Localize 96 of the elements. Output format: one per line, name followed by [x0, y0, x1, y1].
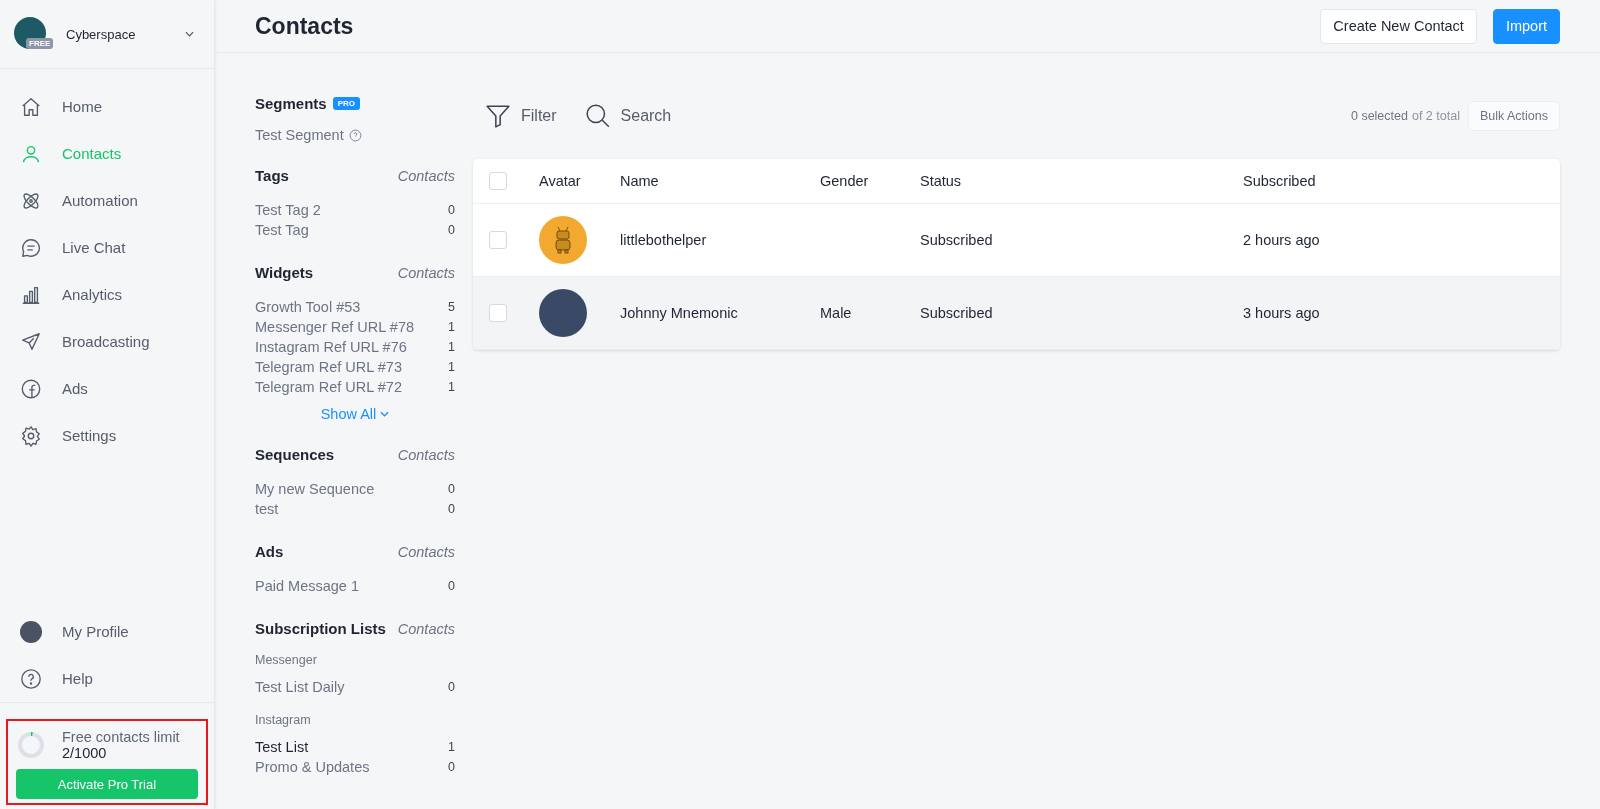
filter-icon: [485, 103, 511, 129]
nav-item[interactable]: Automation: [0, 177, 214, 224]
list-item[interactable]: Growth Tool #53: [255, 297, 361, 317]
column-label: Contacts: [397, 446, 455, 463]
chevron-down-icon: [380, 411, 390, 417]
show-all-link[interactable]: Show All: [255, 406, 455, 422]
count: 5: [448, 299, 455, 316]
pro-badge: PRO: [332, 97, 361, 110]
bulk-actions-button[interactable]: Bulk Actions: [1467, 101, 1560, 131]
table-cell-text: Male: [820, 305, 853, 321]
count: 0: [448, 481, 455, 498]
count: 0: [448, 202, 455, 219]
search-icon: [584, 103, 611, 129]
list-item[interactable]: Promo & Updates: [255, 757, 370, 777]
help-icon: [348, 128, 362, 142]
count: 1: [448, 739, 455, 756]
nav-item[interactable]: Home: [0, 83, 214, 130]
list-item[interactable]: My new Sequence: [255, 479, 375, 499]
checkbox[interactable]: [489, 304, 507, 322]
section-title: Widgets: [255, 264, 314, 281]
column-header: Avatar: [539, 173, 582, 189]
section-title: Tags: [255, 167, 289, 184]
checkbox[interactable]: [489, 231, 507, 249]
column-label: Contacts: [397, 264, 455, 281]
table-cell-text: 3 hours ago: [1243, 305, 1321, 321]
count: 1: [448, 359, 455, 376]
nav-item[interactable]: Live Chat: [0, 224, 214, 271]
column-label: Contacts: [397, 620, 455, 637]
workspace-name: Cyberspace: [66, 26, 137, 42]
table-cell-text: 2 hours ago: [1243, 232, 1321, 248]
column-header: Name: [620, 173, 660, 189]
home-icon: [20, 95, 42, 118]
settings-icon: [20, 424, 42, 447]
robot-avatar: [539, 216, 587, 264]
column-header: Gender: [820, 173, 870, 189]
column-header: Subscribed: [1243, 173, 1317, 189]
table-row[interactable]: littlebothelper Subscribed 2 hours ago: [473, 204, 1560, 277]
count: 0: [448, 759, 455, 776]
import-button[interactable]: Import: [1492, 8, 1560, 44]
table-row[interactable]: Johnny Mnemonic Male Subscribed 3 hours ago: [473, 277, 1560, 350]
list-item[interactable]: Telegram Ref URL #72: [255, 377, 402, 397]
section-title: Ads: [255, 543, 284, 560]
nav-item[interactable]: Broadcasting: [0, 318, 214, 365]
column-header: Status: [920, 173, 963, 189]
nav-item[interactable]: Ads: [0, 365, 214, 412]
count: 0: [448, 679, 455, 696]
plan-badge: FREE: [26, 38, 54, 49]
list-item[interactable]: Test Tag 2: [255, 200, 321, 220]
count: 1: [448, 319, 455, 336]
limit-value: 2/1000: [62, 745, 108, 761]
chevron-down-icon: [185, 31, 194, 37]
column-label: Contacts: [397, 543, 455, 560]
nav-item[interactable]: Help: [0, 655, 214, 702]
list-item[interactable]: Test List Daily: [255, 677, 345, 697]
nav-item[interactable]: Settings: [0, 412, 214, 459]
section-title: Subscription Lists: [255, 620, 386, 637]
create-contact-button[interactable]: Create New Contact: [1320, 8, 1477, 44]
count: 0: [448, 578, 455, 595]
column-label: Contacts: [397, 167, 455, 184]
table-cell-text: Johnny Mnemonic: [620, 305, 739, 321]
total-count: of 2 total: [1411, 109, 1460, 123]
list-item[interactable]: Test List: [255, 737, 309, 757]
list-item[interactable]: Instagram Ref URL #76: [255, 337, 407, 357]
channel-label: Instagram: [255, 713, 312, 727]
search-button[interactable]: Search: [572, 103, 684, 129]
list-item[interactable]: test: [255, 499, 279, 519]
facebook-icon: [20, 377, 42, 400]
checkbox[interactable]: [489, 172, 507, 190]
count: 1: [448, 379, 455, 396]
list-item[interactable]: Paid Message 1: [255, 576, 359, 596]
nav-item[interactable]: Analytics: [0, 271, 214, 318]
count: 0: [448, 501, 455, 518]
channel-label: Messenger: [255, 653, 318, 667]
list-item[interactable]: Telegram Ref URL #73: [255, 357, 402, 377]
selection-count: 0 selected: [1350, 109, 1408, 123]
list-item[interactable]: Messenger Ref URL #78: [255, 317, 415, 337]
list-item[interactable]: Test Tag: [255, 220, 309, 240]
table-cell-text: Subscribed: [920, 305, 994, 321]
table-cell-text: Subscribed: [920, 232, 994, 248]
progress-ring: [16, 730, 46, 760]
section-title: Sequences: [255, 446, 335, 463]
photo-placeholder: [539, 289, 587, 337]
segment-item[interactable]: Test Segment: [255, 127, 344, 143]
table-cell-text: littlebothelper: [620, 232, 708, 248]
profile-avatar: [20, 620, 42, 643]
workspace-switcher[interactable]: FREE Cyberspace: [0, 0, 214, 69]
send-icon: [20, 330, 42, 353]
section-title: Segments: [255, 95, 327, 112]
help-icon: [20, 667, 42, 690]
page-title: Contacts: [255, 12, 354, 40]
count: 0: [448, 222, 455, 239]
nav-item[interactable]: My Profile: [0, 608, 214, 655]
count: 1: [448, 339, 455, 356]
filter-button[interactable]: Filter: [473, 103, 569, 129]
limit-label: Free contacts limit: [62, 729, 180, 745]
chat-icon: [20, 236, 42, 259]
